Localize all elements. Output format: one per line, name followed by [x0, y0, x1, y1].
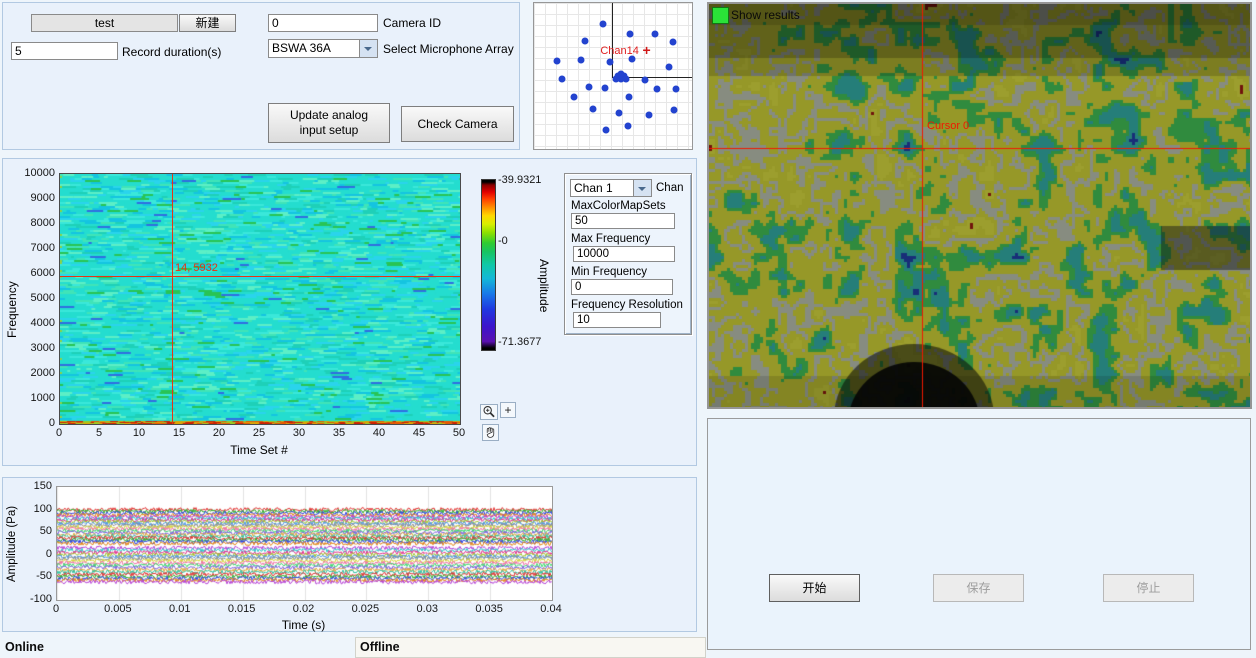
waveform-ylabel: Amplitude (Pa)	[6, 494, 18, 594]
mic-dot	[578, 57, 585, 64]
colorbar-min-label: -71.3677	[498, 336, 541, 348]
maxcolormapsets-field[interactable]	[571, 213, 675, 229]
mic-cursor-label: Chan14	[600, 45, 639, 57]
acoustic-camera-app: 新建 Record duration(s) Camera ID BSWA 36A…	[0, 0, 1256, 658]
mic-dot	[616, 109, 623, 116]
spectrogram-cursor-vline[interactable]	[172, 174, 173, 424]
online-status-label: Online	[5, 640, 44, 654]
show-results-indicator[interactable]	[712, 7, 729, 24]
mic-dot	[645, 111, 652, 118]
mic-dot	[624, 123, 631, 130]
mic-dot	[670, 39, 677, 46]
mic-dot	[622, 75, 629, 82]
channel-select[interactable]: Chan 1	[570, 179, 652, 197]
mic-dot	[600, 20, 607, 27]
colorbar-axis-label: Amplitude	[537, 231, 551, 341]
mic-dot	[558, 75, 565, 82]
setup-panel: 新建 Record duration(s) Camera ID BSWA 36A…	[2, 2, 520, 150]
max-frequency-label: Max Frequency	[571, 233, 650, 245]
mic-dot	[654, 85, 661, 92]
mic-array-geometry-plot: + Chan14	[533, 2, 693, 150]
camera-id-label: Camera ID	[383, 16, 441, 30]
mic-dot	[671, 106, 678, 113]
stop-button: 停止	[1103, 574, 1194, 602]
offline-status-box: Offline	[355, 637, 706, 658]
colorbar-mid-label: -0	[498, 235, 508, 247]
record-duration-field[interactable]	[11, 42, 118, 60]
spectrogram-ylabel: Frequency	[5, 255, 19, 365]
action-panel: 开始 保存 停止	[707, 418, 1251, 650]
waveform-xlabel: Time (s)	[56, 618, 551, 632]
mic-dot	[641, 76, 648, 83]
save-button: 保存	[933, 574, 1024, 602]
frequency-resolution-label: Frequency Resolution	[571, 299, 683, 311]
mic-dot	[651, 30, 658, 37]
mic-dot	[626, 30, 633, 37]
new-button[interactable]: 新建	[179, 14, 236, 32]
mic-dot	[582, 37, 589, 44]
spectrogram-cursor-hline[interactable]	[60, 276, 460, 277]
channel-select-value: Chan 1	[570, 179, 634, 197]
amplitude-colorbar	[481, 179, 496, 351]
spectrogram-cursor-label: 14, 5932	[175, 262, 218, 274]
mic-cursor-cross-icon: +	[643, 43, 651, 59]
mic-dot	[602, 84, 609, 91]
pan-tool-icon[interactable]	[482, 424, 499, 441]
colorbar-max-label: -39.9321	[498, 174, 541, 186]
min-frequency-field[interactable]	[571, 279, 673, 295]
mic-dot	[666, 64, 673, 71]
mic-dot	[617, 70, 624, 77]
start-button[interactable]: 开始	[769, 574, 860, 602]
mic-dot	[673, 85, 680, 92]
spectrogram-xlabel: Time Set #	[59, 443, 459, 457]
mic-array-select[interactable]: BSWA 36A	[268, 39, 378, 58]
mic-dot	[603, 127, 610, 134]
mic-dot	[553, 58, 560, 65]
show-results-label: Show results	[731, 8, 800, 22]
camera-view[interactable]: Show results Cursor 0	[707, 2, 1252, 409]
acoustic-heatmap-image[interactable]	[709, 4, 1250, 407]
mic-dot	[625, 93, 632, 100]
check-camera-button[interactable]: Check Camera	[401, 106, 514, 142]
mic-dot	[586, 83, 593, 90]
mic-dot	[570, 93, 577, 100]
spectrogram-panel: 14, 5932 0100020003000400050006000700080…	[2, 158, 697, 466]
chevron-down-icon[interactable]	[634, 179, 652, 197]
mic-dots-layer	[534, 3, 692, 149]
spectrogram-image[interactable]	[60, 174, 460, 424]
maxcolormapsets-label: MaxColorMapSets	[571, 200, 666, 212]
record-duration-label: Record duration(s)	[122, 45, 221, 59]
zoom-tool-icon[interactable]	[480, 404, 498, 420]
waveform-traces[interactable]	[57, 487, 552, 600]
waveform-panel: -100-5005010015000.0050.010.0150.020.025…	[2, 477, 697, 632]
camera-id-field[interactable]	[268, 14, 378, 32]
mic-dot	[606, 59, 613, 66]
offline-status-label: Offline	[360, 640, 400, 654]
mic-dot	[590, 105, 597, 112]
mic-array-value: BSWA 36A	[268, 39, 360, 58]
frequency-resolution-field[interactable]	[573, 312, 661, 328]
analysis-controls-box: Chan 1 Chan MaxColorMapSets Max Frequenc…	[564, 173, 692, 335]
cursor-tool-icon[interactable]: +	[500, 402, 516, 418]
chevron-down-icon[interactable]	[360, 39, 378, 58]
test-name-field[interactable]	[31, 14, 178, 32]
waveform-plot[interactable]	[56, 486, 553, 601]
mic-array-label: Select Microphone Array	[383, 42, 514, 56]
max-frequency-field[interactable]	[573, 246, 675, 262]
channel-select-label: Chan	[656, 182, 684, 194]
spectrogram-plot[interactable]: 14, 5932	[59, 173, 461, 425]
camera-cursor-label: Cursor 0	[927, 120, 969, 132]
update-analog-input-button[interactable]: Update analog input setup	[268, 103, 390, 143]
min-frequency-label: Min Frequency	[571, 266, 647, 278]
